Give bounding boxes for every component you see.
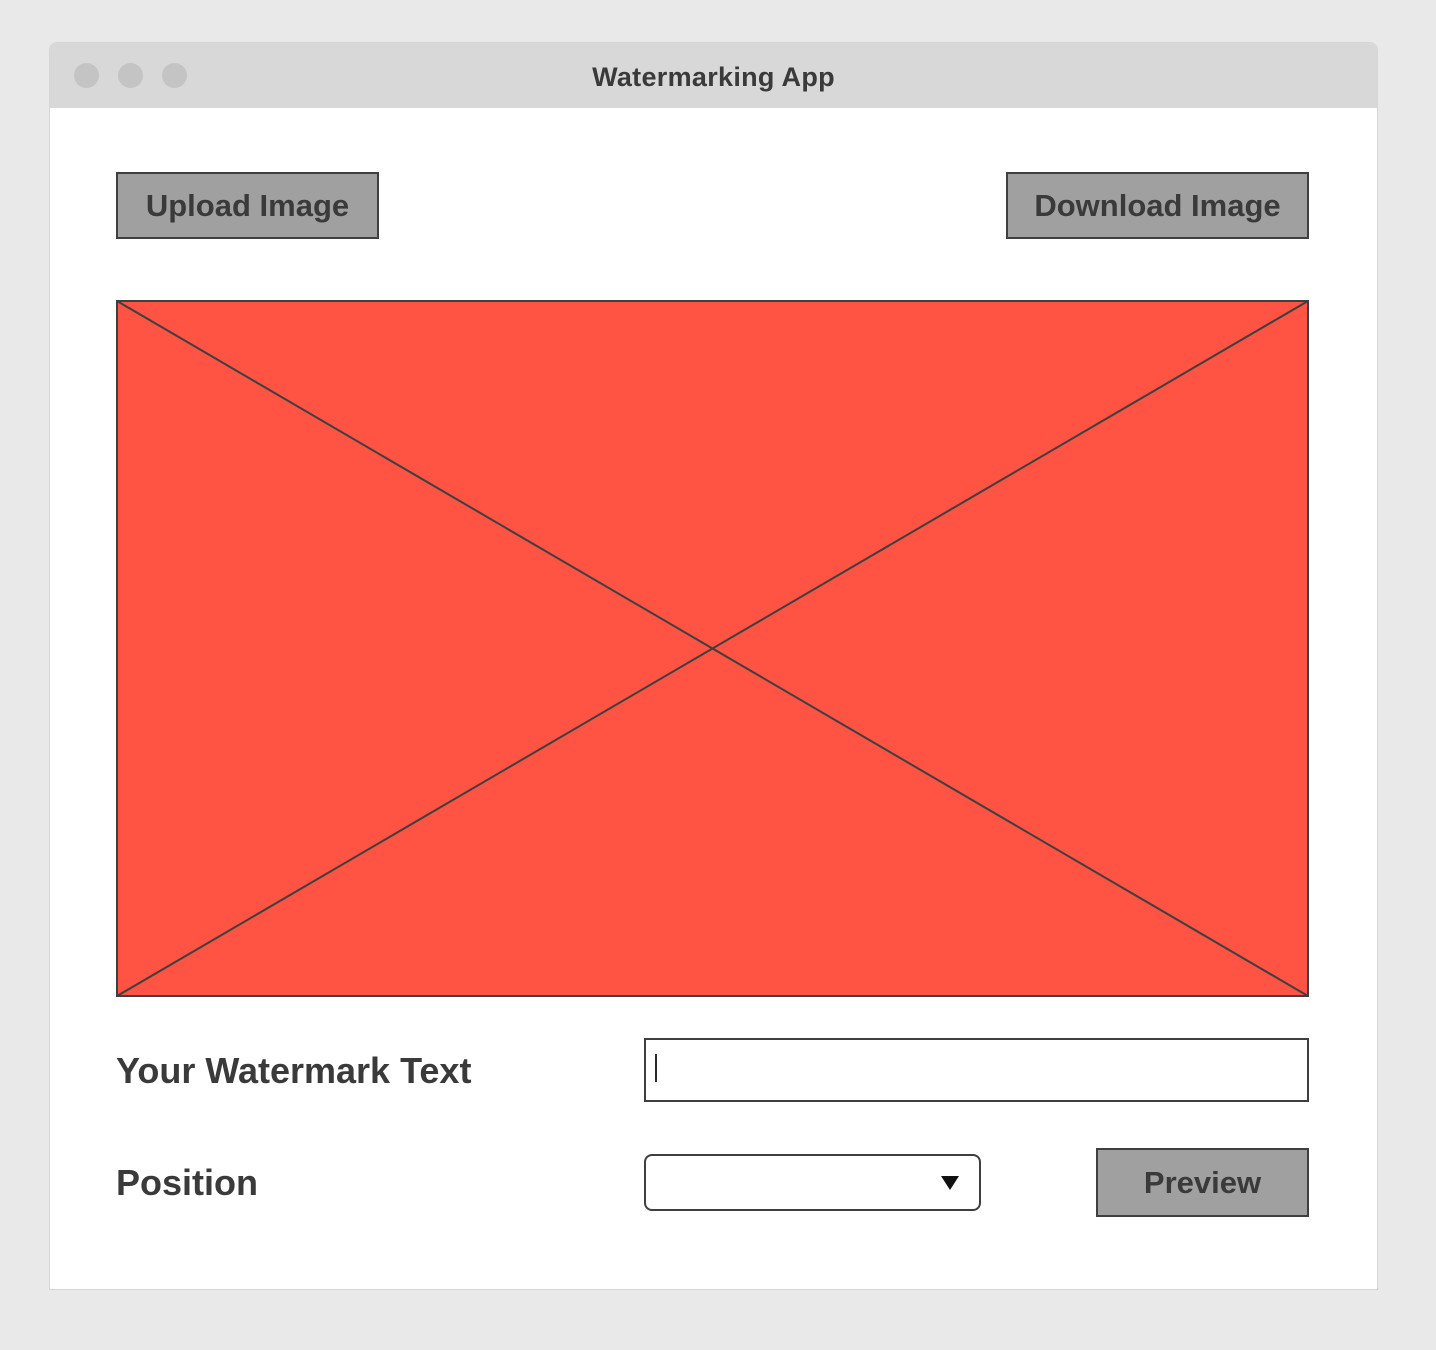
position-select[interactable] xyxy=(644,1154,981,1211)
title-bar: Watermarking App xyxy=(50,43,1377,108)
position-label: Position xyxy=(116,1162,258,1203)
text-caret xyxy=(655,1054,657,1082)
download-image-button[interactable]: Download Image xyxy=(1006,172,1309,239)
upload-image-button[interactable]: Upload Image xyxy=(116,172,379,239)
window-title: Watermarking App xyxy=(592,62,835,92)
app-window: Watermarking App Upload Image Download I… xyxy=(49,42,1378,1290)
image-preview-placeholder xyxy=(116,300,1309,997)
preview-button[interactable]: Preview xyxy=(1096,1148,1309,1217)
watermark-text-label: Your Watermark Text xyxy=(116,1050,472,1091)
watermark-text-input[interactable] xyxy=(644,1038,1309,1102)
image-placeholder-graphic xyxy=(116,300,1309,997)
chevron-down-icon xyxy=(941,1176,959,1190)
